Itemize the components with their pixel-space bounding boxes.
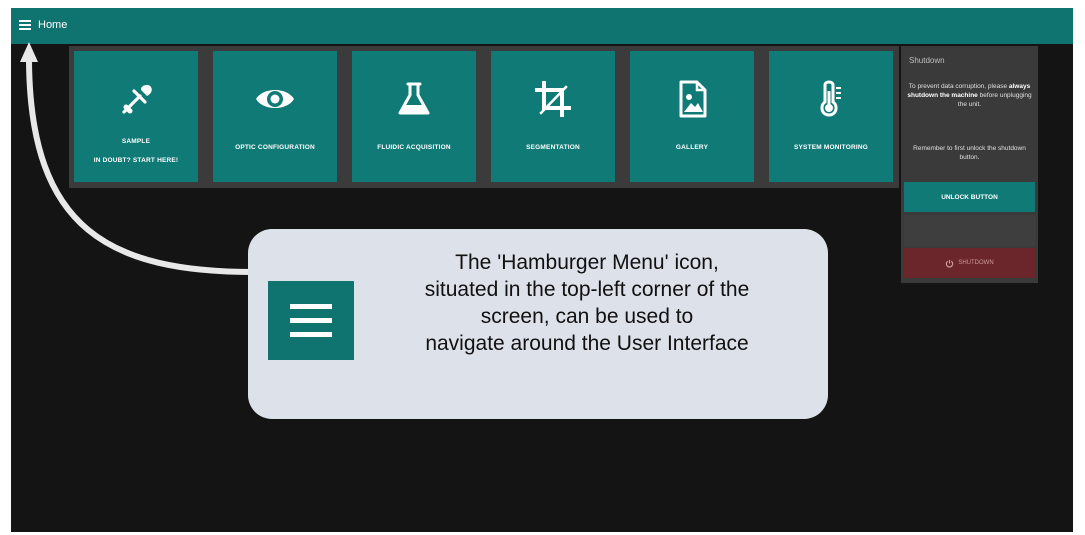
callout-line-4: navigate around the User Interface [425, 332, 749, 355]
callout-line-2: situated in the top-left corner of the [424, 278, 750, 301]
callout-box: The 'Hamburger Menu' icon, situated in t… [248, 229, 828, 419]
callout-line-3: screen, can be used to [480, 305, 694, 328]
hamburger-menu-icon [268, 281, 354, 360]
callout-text: The 'Hamburger Menu' icon, situated in t… [360, 249, 814, 357]
callout-line-1: The 'Hamburger Menu' icon, [455, 251, 719, 274]
